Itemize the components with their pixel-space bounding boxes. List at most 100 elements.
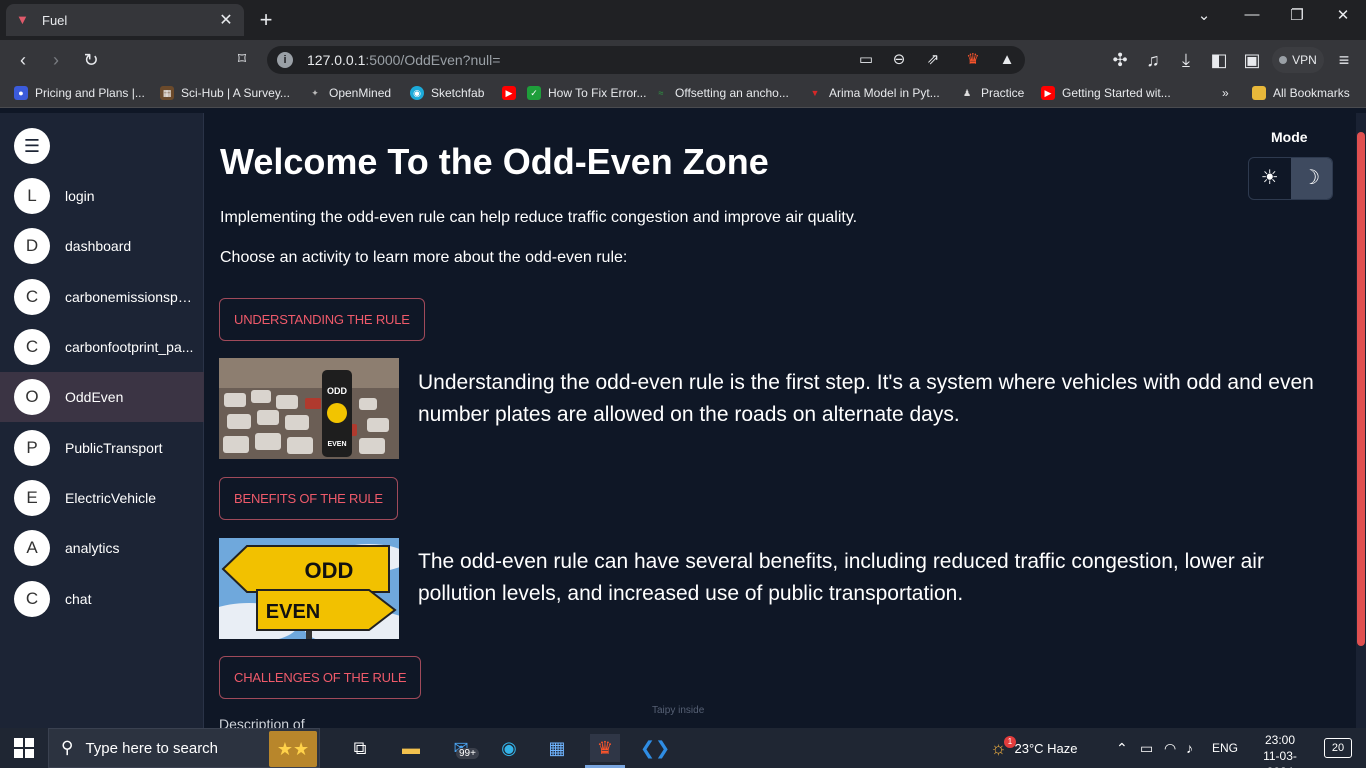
nav-avatar: A — [14, 530, 50, 566]
signpost-odd-text: ODD — [305, 558, 354, 583]
url-text[interactable]: 127.0.0.1:5000/OddEven?null= — [307, 52, 500, 68]
extensions-icon[interactable]: ✣ — [1108, 48, 1132, 72]
nav-label: dashboard — [65, 238, 132, 254]
mode-label: Mode — [1271, 129, 1308, 145]
nav-avatar: P — [14, 430, 50, 466]
minimize-icon[interactable]: — — [1242, 6, 1262, 23]
clock-time: 23:00 — [1264, 733, 1296, 747]
brave-icon[interactable]: ♛ — [590, 734, 620, 762]
benefits-rule-button[interactable]: BENEFITS OF THE RULE — [219, 477, 398, 520]
bookmark-item[interactable]: ▼ Arima Model in Pyt... — [808, 86, 940, 100]
sidebar-item-carbonemissions[interactable]: Ccarbonemissionspa... — [0, 272, 204, 322]
nav-label: chat — [65, 591, 92, 607]
sketchfab-icon: ◉ — [410, 86, 424, 100]
wifi-icon[interactable]: ◠ — [1164, 728, 1176, 768]
understanding-rule-button[interactable]: UNDERSTANDING THE RULE — [219, 298, 425, 341]
cast-icon[interactable]: ▭ — [857, 51, 875, 69]
file-explorer-icon[interactable]: ▬ — [396, 734, 426, 762]
nav-label: OddEven — [65, 389, 124, 405]
sidebar-item-electricvehicle[interactable]: E ElectricVehicle — [0, 473, 204, 523]
browser-tab[interactable]: ▼ Fuel ✕ — [6, 4, 244, 36]
challenges-rule-button[interactable]: CHALLENGES OF THE RULE — [219, 656, 422, 699]
sidebar-item-carbonfootprint[interactable]: Ccarbonfootprint_pa... — [0, 322, 204, 372]
bookmark-item[interactable]: ▶ — [502, 86, 523, 100]
tab-close-icon[interactable]: ✕ — [218, 10, 234, 30]
light-mode-icon[interactable]: ☀ — [1249, 158, 1291, 199]
youtube-icon: ▶ — [502, 86, 516, 100]
sidebar-item-publictransport[interactable]: P PublicTransport — [0, 423, 204, 473]
bookmark-item[interactable]: ◉ Sketchfab — [410, 86, 484, 100]
forward-icon[interactable]: › — [44, 48, 68, 72]
main-menu-icon[interactable]: ≡ — [1332, 48, 1356, 72]
edge-icon[interactable]: ◉ — [494, 734, 524, 762]
mail-badge: 99+ — [456, 748, 479, 759]
bookmark-item[interactable]: ✦ OpenMined — [308, 86, 391, 100]
media-icon[interactable]: ♫ — [1141, 48, 1165, 72]
windows-start-icon[interactable] — [14, 738, 34, 758]
sign-odd-text: ODD — [327, 386, 348, 396]
address-bar[interactable]: i 127.0.0.1:5000/OddEven?null= ▭ ⊖ ⇗ ♛ ▲ — [267, 46, 1025, 74]
windows-taskbar: ⚲ Type here to search ★★ ⧉ ▬ ✉ 99+ ◉ ▦ ♛… — [0, 728, 1366, 768]
bookmark-item[interactable]: ● Pricing and Plans |... — [14, 86, 145, 100]
traffic-jam-image: ODD EVEN — [219, 358, 399, 459]
restore-icon[interactable]: ❐ — [1287, 6, 1307, 24]
browser-tab-bar: ▼ Fuel ✕ + ⌄ — ❐ ✕ — [0, 0, 1366, 40]
wallet-icon[interactable]: ▣ — [1240, 48, 1264, 72]
bookmark-item[interactable]: ✓ How To Fix Error... — [527, 86, 646, 100]
nav-label: login — [65, 188, 95, 204]
main-content: Welcome To the Odd-Even Zone Implementin… — [205, 113, 1356, 728]
bookmark-item[interactable]: ▦ Sci-Hub | A Survey... — [160, 86, 290, 100]
sidebar-item-analytics[interactable]: Aanalytics — [0, 523, 204, 573]
choose-activity-text: Choose an activity to learn more about t… — [220, 249, 628, 266]
battery-icon[interactable]: ▭ — [1140, 728, 1153, 768]
tray-overflow-icon[interactable]: ⌃ — [1116, 728, 1128, 768]
all-bookmarks-button[interactable]: All Bookmarks — [1252, 86, 1350, 100]
hamburger-menu-icon[interactable]: ☰ — [14, 128, 50, 164]
taskbar-search-box[interactable]: ⚲ Type here to search ★★ — [48, 728, 320, 768]
openmined-icon: ✦ — [311, 88, 319, 98]
reload-icon[interactable]: ↻ — [79, 48, 103, 72]
weather-widget[interactable]: ☼ 23°C Haze — [990, 728, 1078, 768]
zoom-icon[interactable]: ⊖ — [890, 51, 908, 69]
understanding-rule-text: Understanding the odd-even rule is the f… — [418, 371, 1314, 426]
window-close-icon[interactable]: ✕ — [1333, 6, 1353, 24]
brave-rewards-icon[interactable]: ▲ — [998, 51, 1016, 69]
footer-note: Taipy inside — [652, 705, 705, 716]
site-info-icon[interactable]: i — [277, 52, 293, 68]
tab-search-chevron-icon[interactable]: ⌄ — [1194, 6, 1214, 24]
brave-shields-icon[interactable]: ♛ — [964, 51, 982, 69]
back-icon[interactable]: ‹ — [11, 48, 35, 72]
sidebar-item-dashboard[interactable]: Ddashboard — [0, 221, 204, 271]
page-title: Welcome To the Odd-Even Zone — [220, 141, 769, 182]
bookmarks-overflow-button[interactable]: » — [1222, 86, 1229, 100]
search-icon: ⚲ — [61, 738, 74, 757]
task-view-icon[interactable]: ⧉ — [345, 734, 375, 762]
scrollbar-thumb[interactable] — [1357, 132, 1365, 646]
bookmark-item[interactable]: ♟ Practice — [960, 86, 1024, 100]
sidebar-item-chat[interactable]: Cchat — [0, 574, 204, 624]
bookmark-page-icon[interactable]: ⌑ — [230, 48, 254, 72]
share-icon[interactable]: ⇗ — [924, 51, 942, 69]
clock[interactable]: 23:00 11-03-2024 — [1250, 732, 1310, 768]
nav-avatar: C — [14, 279, 50, 315]
dark-mode-icon[interactable]: ☽ — [1290, 158, 1332, 199]
bookmark-item[interactable]: ▶ Getting Started wit... — [1041, 86, 1171, 100]
nav-avatar: O — [14, 379, 50, 415]
volume-icon[interactable]: ♪ — [1186, 728, 1193, 768]
intro-text: Implementing the odd-even rule can help … — [220, 209, 858, 226]
sidebar-toggle-icon[interactable]: ◧ — [1207, 48, 1231, 72]
arima-icon: ▼ — [810, 88, 820, 98]
new-tab-button[interactable]: + — [255, 7, 277, 33]
nav-avatar: L — [14, 178, 50, 214]
language-indicator[interactable]: ENG — [1212, 728, 1238, 768]
store-icon[interactable]: ▦ — [542, 734, 572, 762]
vpn-button[interactable]: VPN — [1272, 47, 1324, 73]
fuel-favicon-icon: ▼ — [16, 12, 29, 27]
sidebar-item-login[interactable]: Llogin — [0, 171, 204, 221]
downloads-icon[interactable]: ⤓ — [1174, 48, 1198, 72]
bookmarks-bar: ● Pricing and Plans |... ▦ Sci-Hub | A Sur… — [0, 80, 1366, 108]
vscode-icon[interactable]: ❮❯ — [640, 734, 670, 762]
bookmark-item[interactable]: ≈ Offsetting an ancho... — [654, 86, 789, 100]
sidebar-item-oddeven[interactable]: O OddEven — [0, 372, 204, 422]
notifications-button[interactable]: 20 — [1324, 738, 1352, 758]
